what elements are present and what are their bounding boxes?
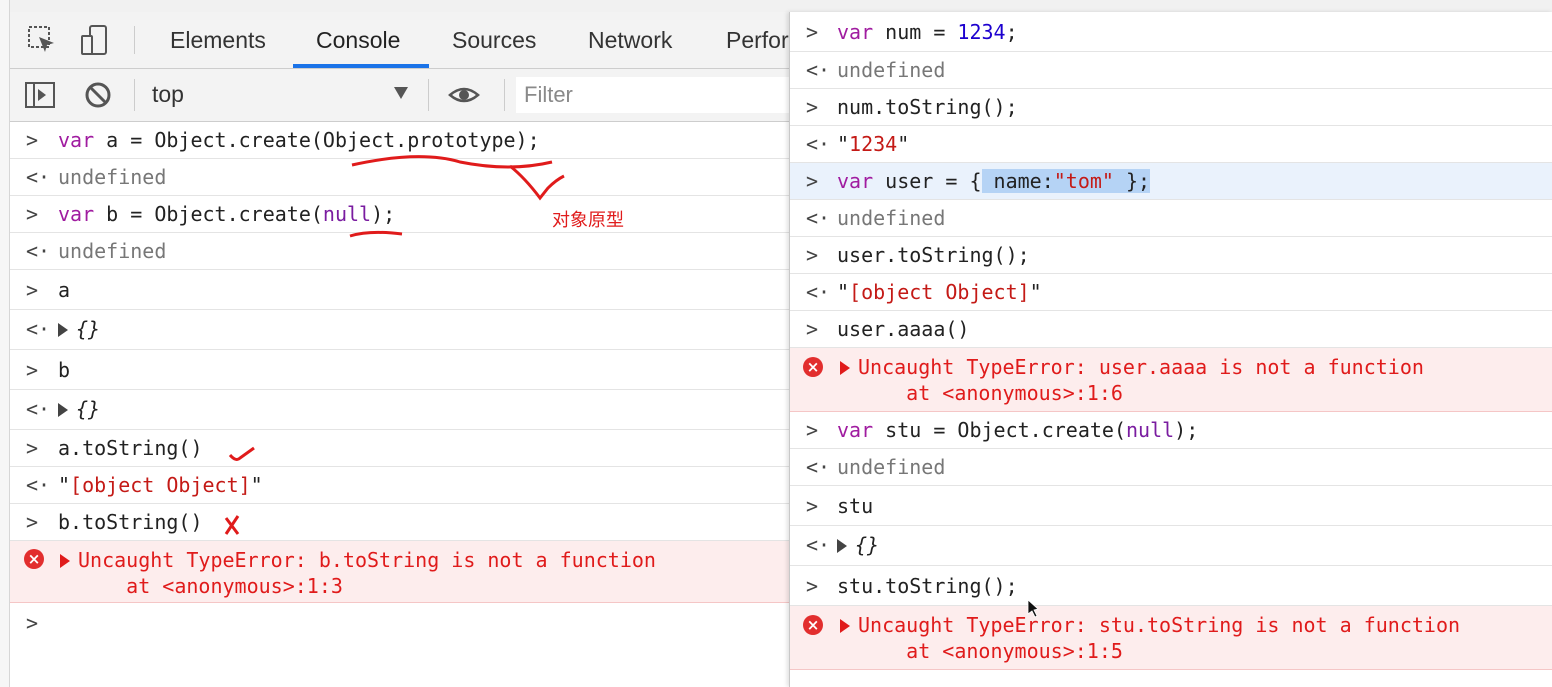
console-output-row: <· undefined: [790, 449, 1552, 486]
sidebar-toggle-icon[interactable]: [24, 79, 56, 111]
error-icon: ×: [803, 357, 823, 377]
inspect-element-icon[interactable]: [26, 24, 58, 56]
console-error-row[interactable]: × Uncaught TypeError: stu.toString is no…: [790, 606, 1552, 670]
device-toggle-icon[interactable]: [78, 24, 110, 56]
console-output-row: <· undefined: [790, 52, 1552, 89]
console-input-row: > num.toString();: [790, 89, 1552, 126]
eye-icon[interactable]: [448, 79, 480, 111]
console-output-row: <· "1234": [790, 126, 1552, 163]
console-output-row: <· undefined: [790, 200, 1552, 237]
console-input-row: > var stu = Object.create(null);: [790, 412, 1552, 449]
console-toolbar: top: [10, 69, 800, 122]
devtools-tabbar: Elements Console Sources Network Perfor: [10, 12, 800, 69]
console-output-row: <· "[object Object]": [10, 467, 800, 504]
tab-separator: [134, 26, 135, 54]
chevron-down-icon[interactable]: [394, 87, 408, 99]
console-screenshot-panel: > var num = 1234; <· undefined > num.toStri…: [789, 12, 1552, 687]
console-input-row: > var a = Object.create(Object.prototype)…: [10, 122, 800, 159]
tab-network[interactable]: Network: [588, 12, 672, 68]
toolbar-separator: [428, 79, 429, 111]
devtools-panel: Elements Console Sources Network Perfor …: [10, 12, 800, 687]
tab-elements[interactable]: Elements: [170, 12, 266, 68]
console-input-row: > stu: [790, 486, 1552, 526]
console-output-row: <· undefined: [10, 159, 800, 196]
clear-console-icon[interactable]: [82, 79, 114, 111]
toolbar-separator: [134, 79, 135, 111]
console-output-row[interactable]: <·{}: [790, 526, 1552, 566]
console-input-row: > a.toString(): [10, 430, 800, 467]
console-output-row[interactable]: <·{}: [10, 390, 800, 430]
console-prompt-row[interactable]: >: [10, 603, 800, 640]
context-selector[interactable]: top: [152, 81, 184, 108]
active-tab-indicator: [293, 64, 429, 68]
console-output: > var a = Object.create(Object.prototype)…: [10, 122, 800, 640]
console-output-row: <· undefined: [10, 233, 800, 270]
error-icon: ×: [803, 615, 823, 635]
console-input-row: > b: [10, 350, 800, 390]
error-icon: ×: [24, 549, 44, 569]
tab-console[interactable]: Console: [316, 12, 400, 68]
console-input-row: > stu.toString();: [790, 566, 1552, 606]
tab-sources[interactable]: Sources: [452, 12, 536, 68]
browser-top-strip: [0, 0, 1552, 12]
console-input-row: > a: [10, 270, 800, 310]
console-error-row[interactable]: × Uncaught TypeError: b.toString is not …: [10, 541, 800, 603]
console-input-row: > user.toString();: [790, 237, 1552, 274]
console-input-row: > b.toString(): [10, 504, 800, 541]
console-input-row: > user.aaaa(): [790, 311, 1552, 348]
console-input-row: > var user = { name:"tom" };: [790, 163, 1552, 200]
tab-performance[interactable]: Perfor: [726, 12, 789, 68]
console-output-row: <· "[object Object]": [790, 274, 1552, 311]
toolbar-separator: [504, 79, 505, 111]
console-error-row[interactable]: × Uncaught TypeError: user.aaaa is not a…: [790, 348, 1552, 412]
console-output-row[interactable]: <·{}: [10, 310, 800, 350]
console-input-row: > var b = Object.create(null);: [10, 196, 800, 233]
console-input-row: > var num = 1234;: [790, 12, 1552, 52]
annotation-note: 对象原型: [552, 210, 624, 231]
browser-left-strip: [0, 0, 10, 687]
filter-input[interactable]: [516, 77, 800, 113]
